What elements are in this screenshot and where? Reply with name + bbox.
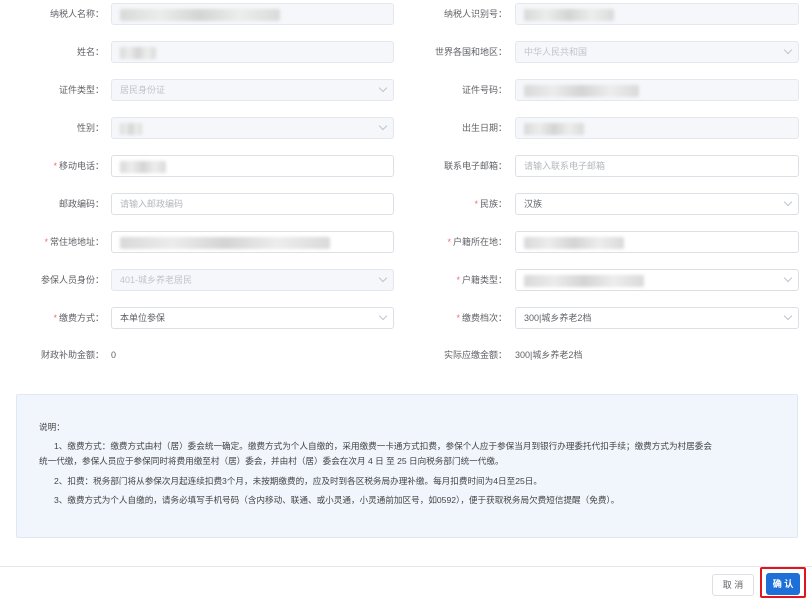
row-identity: 参保人员身份： 401-城乡养老居民 * 户籍类型：	[0, 269, 812, 291]
row-payment: * 缴费方式： 本单位参保 * 缴费档次： 300|城乡养老2档	[0, 307, 812, 329]
email-label: 联系电子邮箱：	[443, 161, 507, 171]
hukou-type-label: * 户籍类型：	[456, 275, 507, 285]
notice-line-2: 2、扣费：税务部门将从参保次月起连续扣费3个月，未按期缴费的，应及时到各区税务局…	[54, 476, 542, 486]
mobile-label: * 移动电话：	[53, 161, 104, 171]
fiscal-subsidy-value: 0	[111, 350, 117, 360]
country-select[interactable]: 中华人民共和国	[515, 41, 799, 63]
notice-line-1a: 1、缴费方式：缴费方式由村（居）委会统一确定。缴费方式为个人自缴的，采用缴费一卡…	[54, 441, 712, 451]
address-label: * 常住地地址：	[44, 237, 104, 247]
actual-payable-label: 实际应缴金额：	[443, 350, 507, 360]
hukou-type-select[interactable]	[515, 269, 799, 291]
row-taxpayer: 纳税人名称： 纳税人识别号：	[0, 3, 812, 25]
postcode-input[interactable]: 请输入邮政编码	[111, 193, 394, 215]
row-contact: * 移动电话： 联系电子邮箱： 请输入联系电子邮箱	[0, 155, 812, 177]
birth-date-label: 出生日期：	[461, 123, 507, 133]
hukou-location-label: * 户籍所在地：	[447, 237, 507, 247]
chevron-down-icon	[378, 311, 388, 321]
payment-method-label: * 缴费方式：	[53, 313, 104, 323]
row-postcode: 邮政编码： 请输入邮政编码 * 民族： 汉族	[0, 193, 812, 215]
notice-box: 说明： 1、缴费方式：缴费方式由村（居）委会统一确定。缴费方式为个人自缴的，采用…	[16, 394, 798, 538]
row-name: 姓名： 世界各国和地区： 中华人民共和国	[0, 41, 812, 63]
notice-line-3: 3、缴费方式为个人自缴的，请务必填写手机号码（含内移动、联通、或小灵通，小灵通前…	[54, 495, 620, 505]
row-amounts: 财政补助金额： 0 实际应缴金额： 300|城乡养老2档	[0, 344, 812, 366]
id-type-label: 证件类型：	[58, 85, 104, 95]
postcode-label: 邮政编码：	[58, 199, 104, 209]
cancel-button[interactable]: 取 消	[712, 574, 754, 596]
chevron-down-icon	[378, 121, 388, 131]
id-number-label: 证件号码：	[461, 85, 507, 95]
confirm-button[interactable]: 确 认	[766, 573, 800, 595]
fiscal-subsidy-label: 财政补助金额：	[40, 350, 104, 360]
id-type-select[interactable]: 居民身份证	[111, 79, 394, 101]
gender-label: 性别：	[76, 123, 104, 133]
notice-line-1b: 统一代缴，参保人员应于参保同时将费用缴至村（居）委会，并由村（居）委会在次月 4…	[39, 456, 504, 466]
country-label: 世界各国和地区：	[434, 47, 507, 57]
row-address: * 常住地地址： * 户籍所在地：	[0, 231, 812, 253]
confirm-button-highlight: 确 认	[760, 567, 806, 598]
chevron-down-icon	[783, 45, 793, 55]
chevron-down-icon	[783, 273, 793, 283]
row-gender: 性别： 出生日期：	[0, 117, 812, 139]
row-id: 证件类型： 居民身份证 证件号码：	[0, 79, 812, 101]
taxpayer-name-label: 纳税人名称：	[49, 9, 104, 19]
gender-select[interactable]	[111, 117, 394, 139]
notice-title: 说明：	[39, 422, 65, 432]
payment-level-label: * 缴费档次：	[456, 313, 507, 323]
payment-level-select[interactable]: 300|城乡养老2档	[515, 307, 799, 329]
chevron-down-icon	[783, 197, 793, 207]
payment-method-select[interactable]: 本单位参保	[111, 307, 394, 329]
insured-identity-label: 参保人员身份：	[40, 275, 104, 285]
insured-identity-select[interactable]: 401-城乡养老居民	[111, 269, 394, 291]
footer-divider	[0, 566, 812, 567]
actual-payable-value: 300|城乡养老2档	[515, 350, 583, 360]
ethnicity-label: * 民族：	[474, 199, 507, 209]
taxpayer-name-field[interactable]	[111, 3, 394, 25]
id-number-field[interactable]	[515, 79, 799, 101]
birth-date-field[interactable]	[515, 117, 799, 139]
ethnicity-select[interactable]: 汉族	[515, 193, 799, 215]
taxpayer-id-label: 纳税人识别号：	[443, 9, 507, 19]
email-input[interactable]: 请输入联系电子邮箱	[515, 155, 799, 177]
mobile-field[interactable]	[111, 155, 394, 177]
chevron-down-icon	[378, 83, 388, 93]
hukou-location-field[interactable]	[515, 231, 799, 253]
address-field[interactable]	[111, 231, 394, 253]
chevron-down-icon	[378, 273, 388, 283]
name-label: 姓名：	[76, 47, 104, 57]
chevron-down-icon	[783, 311, 793, 321]
taxpayer-id-field[interactable]	[515, 3, 799, 25]
name-field[interactable]	[111, 41, 394, 63]
